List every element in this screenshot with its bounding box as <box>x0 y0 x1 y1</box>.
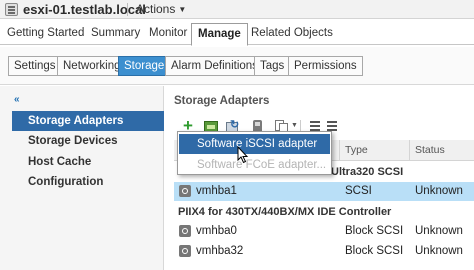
collapse-panel-button[interactable]: « <box>14 94 20 105</box>
adapter-type: Block SCSI <box>345 225 404 237</box>
adapter-type: SCSI <box>345 185 372 197</box>
menu-item-software-fcoe-adapter: Software FCoE adapter... <box>197 159 327 171</box>
subtab-networking[interactable]: Networking <box>57 56 127 76</box>
subtab-storage[interactable]: Storage <box>118 56 171 76</box>
group-label: Ultra320 SCSI <box>331 166 404 178</box>
menu-item-software-iscsi-adapter[interactable]: Software iSCSI adapter <box>179 134 330 154</box>
mouse-pointer-icon <box>237 146 249 164</box>
storage-adapter-icon <box>179 225 191 237</box>
group-label: PIIX4 for 430TX/440BX/MX IDE Controller <box>178 206 392 218</box>
tab-summary[interactable]: Summary <box>91 23 140 45</box>
table-row[interactable]: vmhba0 Block SCSI Unknown <box>174 222 474 241</box>
tab-monitor[interactable]: Monitor <box>149 23 187 45</box>
storage-adapter-icon <box>179 245 191 257</box>
section-title: Storage Adapters <box>174 95 270 107</box>
column-header-status[interactable]: Status <box>409 140 474 161</box>
chevron-down-icon: ▼ <box>178 5 187 14</box>
adapter-type: Block SCSI <box>345 245 404 257</box>
nav-item-host-cache-configuration[interactable]: Host Cache Configuration <box>12 152 164 188</box>
title-divider <box>127 3 128 16</box>
subtab-tags[interactable]: Tags <box>254 56 291 76</box>
add-adapter-menu: Software iSCSI adapter Software FCoE ada… <box>177 131 332 175</box>
actions-menu-button[interactable]: Actions ▼ <box>136 2 186 16</box>
adapter-status: Unknown <box>415 245 463 257</box>
column-header-type[interactable]: Type <box>339 140 409 161</box>
storage-adapters-panel: Storage Adapters + ↻ ▼ Type Status Ultra… <box>165 86 474 270</box>
tab-manage[interactable]: Manage <box>191 23 248 46</box>
nav-item-storage-devices[interactable]: Storage Devices <box>12 131 164 151</box>
primary-tabs: Getting Started Summary Monitor Manage R… <box>0 23 474 46</box>
adapter-name: vmhba32 <box>196 245 244 257</box>
table-row[interactable]: vmhba32 Block SCSI Unknown <box>174 242 474 261</box>
tab-related-objects[interactable]: Related Objects <box>251 23 333 45</box>
group-row: PIIX4 for 430TX/440BX/MX IDE Controller <box>174 203 474 221</box>
adapter-name: vmhba0 <box>196 225 237 237</box>
actions-label: Actions <box>136 2 176 16</box>
storage-adapter-icon <box>179 185 191 197</box>
nav-item-storage-adapters[interactable]: Storage Adapters <box>12 111 164 131</box>
host-server-icon <box>5 3 18 16</box>
secondary-tabs: Settings Networking Storage Alarm Defini… <box>0 47 474 85</box>
adapter-name: vmhba1 <box>196 185 237 197</box>
chevron-down-icon[interactable]: ▼ <box>291 122 298 129</box>
tab-getting-started[interactable]: Getting Started <box>7 23 84 45</box>
title-bar: esxi-01.testlab.local Actions ▼ <box>0 0 474 19</box>
adapter-status: Unknown <box>415 225 463 237</box>
subtab-settings[interactable]: Settings <box>8 56 62 76</box>
adapter-status: Unknown <box>415 185 463 197</box>
storage-nav-panel: « Storage Adapters Storage Devices Host … <box>0 86 164 270</box>
subtab-alarm-definitions[interactable]: Alarm Definitions <box>165 56 264 76</box>
table-row[interactable]: vmhba1 SCSI Unknown <box>174 182 474 201</box>
subtab-permissions[interactable]: Permissions <box>288 56 363 76</box>
